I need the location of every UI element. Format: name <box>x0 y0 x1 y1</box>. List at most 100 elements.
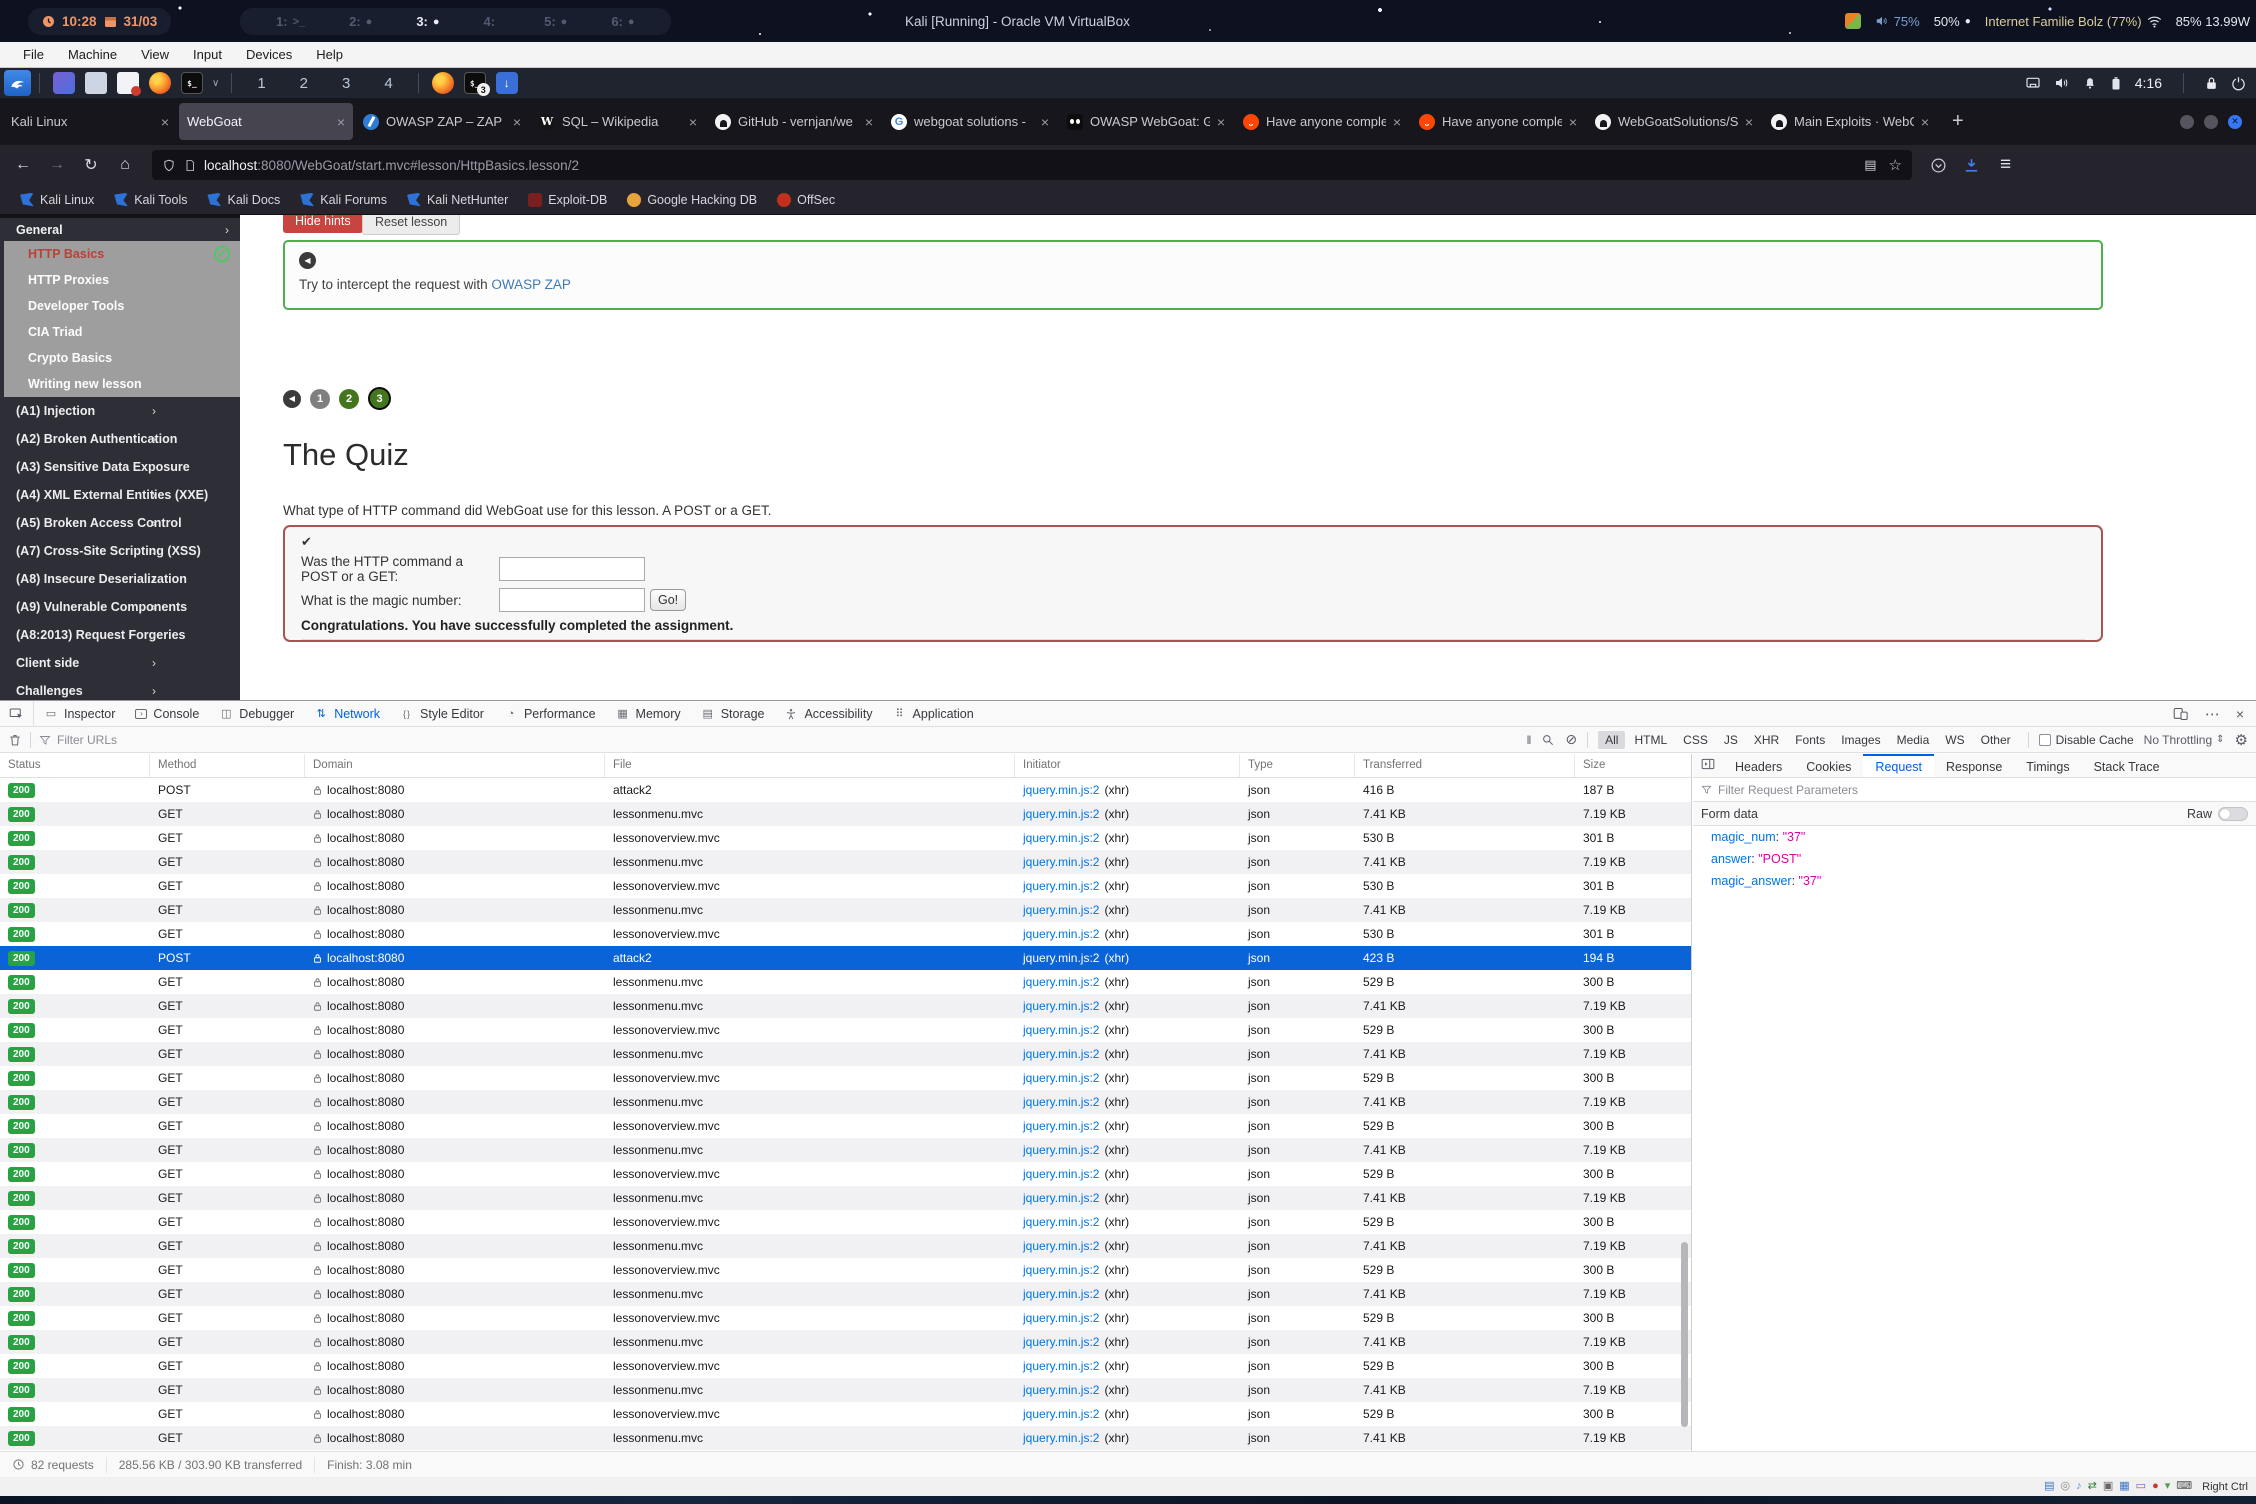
initiator-link[interactable]: jquery.min.js:2 <box>1023 1287 1099 1301</box>
devtools-tab-application[interactable]: ⠿Application <box>883 701 984 726</box>
network-request-row[interactable]: 200GETlocalhost:8080lessonmenu.mvcjquery… <box>0 1138 1691 1162</box>
vbox-menu-machine[interactable]: Machine <box>57 44 128 65</box>
close-window-button[interactable]: ✕ <box>2228 115 2242 129</box>
browser-tab[interactable]: WSQL – Wikipedia× <box>531 103 705 140</box>
guest-workspace-4[interactable]: 4 <box>367 75 409 92</box>
initiator-link[interactable]: jquery.min.js:2 <box>1023 1119 1099 1133</box>
network-request-row[interactable]: 200GETlocalhost:8080lessonoverview.mvcjq… <box>0 1018 1691 1042</box>
type-filter-all[interactable]: All <box>1598 731 1625 749</box>
sidebar-lesson-developer-tools[interactable]: Developer Tools <box>4 293 240 319</box>
sidebar-section--a3-sensitive-data-exposure[interactable]: (A3) Sensitive Data Exposure› <box>0 453 240 481</box>
sidebar-lesson-writing-new-lesson[interactable]: Writing new lesson <box>4 371 240 397</box>
detail-tab-stack-trace[interactable]: Stack Trace <box>2082 754 2172 777</box>
bookmark-kali-nethunter[interactable]: Kali NetHunter <box>399 193 516 207</box>
initiator-link[interactable]: jquery.min.js:2 <box>1023 927 1099 941</box>
clear-requests-icon[interactable] <box>8 733 22 747</box>
sidebar-section--a2-broken-authentication[interactable]: (A2) Broken Authentication› <box>0 425 240 453</box>
page-button-2[interactable]: 2 <box>339 389 359 409</box>
host-workspace-1[interactable]: 1:>_ <box>254 14 327 29</box>
detail-tab-request[interactable]: Request <box>1863 754 1934 777</box>
network-request-row[interactable]: 200GETlocalhost:8080lessonoverview.mvcjq… <box>0 826 1691 850</box>
tab-close-icon[interactable]: × <box>865 114 873 130</box>
browser-tab[interactable]: Main Exploits · WebG× <box>1763 103 1937 140</box>
devtools-tab-memory[interactable]: ▦Memory <box>606 701 691 726</box>
tab-close-icon[interactable]: × <box>1041 114 1049 130</box>
vbox-menu-view[interactable]: View <box>130 44 180 65</box>
devtools-tab-style-editor[interactable]: {}Style Editor <box>390 701 494 726</box>
network-request-row[interactable]: 200GETlocalhost:8080lessonoverview.mvcjq… <box>0 1258 1691 1282</box>
detail-tab-headers[interactable]: Headers <box>1723 754 1794 777</box>
initiator-link[interactable]: jquery.min.js:2 <box>1023 1047 1099 1061</box>
initiator-link[interactable]: jquery.min.js:2 <box>1023 1215 1099 1229</box>
back-button[interactable]: ← <box>8 156 38 174</box>
browser-tab[interactable]: WebGoatSolutions/S× <box>1587 103 1761 140</box>
forward-button[interactable]: → <box>42 156 72 174</box>
sidebar-section--a8-2013-request-forgeries[interactable]: (A8:2013) Request Forgeries› <box>0 621 240 649</box>
initiator-link[interactable]: jquery.min.js:2 <box>1023 1383 1099 1397</box>
bookmark-kali-forums[interactable]: Kali Forums <box>292 193 395 207</box>
type-filter-js[interactable]: JS <box>1717 731 1745 749</box>
home-button[interactable]: ⌂ <box>110 156 140 174</box>
network-request-row[interactable]: 200GETlocalhost:8080lessonmenu.mvcjquery… <box>0 1282 1691 1306</box>
launcher-chevron-icon[interactable]: ∨ <box>212 78 219 89</box>
sidebar-section--a5-broken-access-control[interactable]: (A5) Broken Access Control› <box>0 509 240 537</box>
pocket-icon[interactable] <box>1930 157 1947 174</box>
network-request-row[interactable]: 200GETlocalhost:8080lessonoverview.mvcjq… <box>0 874 1691 898</box>
host-workspace-6[interactable]: 6:● <box>589 14 656 29</box>
initiator-link[interactable]: jquery.min.js:2 <box>1023 1335 1099 1349</box>
filter-request-parameters-input[interactable]: Filter Request Parameters <box>1693 778 2256 802</box>
block-requests-icon[interactable]: ⊘ <box>1565 731 1577 748</box>
type-filter-other[interactable]: Other <box>1974 731 2018 749</box>
raw-toggle[interactable] <box>2218 807 2248 821</box>
tab-close-icon[interactable]: × <box>337 114 345 130</box>
form-data-param[interactable]: answer: "POST" <box>1693 848 2256 870</box>
type-filter-media[interactable]: Media <box>1890 731 1937 749</box>
sidebar-lesson-http-proxies[interactable]: HTTP Proxies <box>4 267 240 293</box>
kali-menu-button[interactable] <box>4 70 31 96</box>
tab-close-icon[interactable]: × <box>1745 114 1753 130</box>
initiator-link[interactable]: jquery.min.js:2 <box>1023 1191 1099 1205</box>
responsive-design-icon[interactable] <box>2173 707 2189 721</box>
initiator-link[interactable]: jquery.min.js:2 <box>1023 1143 1099 1157</box>
maximize-button[interactable] <box>2204 115 2218 129</box>
initiator-link[interactable]: jquery.min.js:2 <box>1023 951 1099 965</box>
vbox-menu-input[interactable]: Input <box>182 44 233 65</box>
type-filter-css[interactable]: CSS <box>1676 731 1715 749</box>
sidebar-section--a8-insecure-deserialization[interactable]: (A8) Insecure Deserialization› <box>0 565 240 593</box>
guest-workspace-switcher[interactable]: 1234 <box>240 75 409 92</box>
network-request-row[interactable]: 200GETlocalhost:8080lessonmenu.mvcjquery… <box>0 1426 1691 1450</box>
sidebar-section--a4-xml-external-entities-xxe-[interactable]: (A4) XML External Entities (XXE)› <box>0 481 240 509</box>
page-button-3[interactable]: 3 <box>368 387 391 410</box>
disable-cache-checkbox[interactable]: Disable Cache <box>2039 733 2134 747</box>
type-filter-xhr[interactable]: XHR <box>1747 731 1786 749</box>
q2-input[interactable] <box>499 588 645 612</box>
network-request-row[interactable]: 200GETlocalhost:8080lessonmenu.mvcjquery… <box>0 1378 1691 1402</box>
sidebar-lesson-cia-triad[interactable]: CIA Triad <box>4 319 240 345</box>
network-request-row[interactable]: 200GETlocalhost:8080lessonoverview.mvcjq… <box>0 1162 1691 1186</box>
initiator-link[interactable]: jquery.min.js:2 <box>1023 1239 1099 1253</box>
bookmark-exploit-db[interactable]: Exploit-DB <box>520 193 615 207</box>
devtools-tab-debugger[interactable]: ◫Debugger <box>209 701 304 726</box>
column-header-initiator[interactable]: Initiator <box>1015 754 1240 777</box>
guest-clock[interactable]: 4:16 <box>2135 75 2162 91</box>
sidebar-lesson-http-basics[interactable]: HTTP Basics✔ <box>4 241 240 267</box>
column-header-method[interactable]: Method <box>150 754 305 777</box>
bookmark-star-icon[interactable]: ☆ <box>1889 156 1902 174</box>
host-volume-indicator[interactable]: 75% <box>1875 14 1920 29</box>
network-request-row[interactable]: 200GETlocalhost:8080lessonmenu.mvcjquery… <box>0 1186 1691 1210</box>
sidebar-section--a1-injection[interactable]: (A1) Injection› <box>0 397 240 425</box>
volume-icon[interactable] <box>2054 76 2070 90</box>
network-request-row[interactable]: 200GETlocalhost:8080lessonoverview.mvcjq… <box>0 1114 1691 1138</box>
network-settings-gear-icon[interactable]: ⚙ <box>2235 731 2248 749</box>
initiator-link[interactable]: jquery.min.js:2 <box>1023 879 1099 893</box>
initiator-link[interactable]: jquery.min.js:2 <box>1023 1431 1099 1445</box>
tab-close-icon[interactable]: × <box>1393 114 1401 130</box>
minimize-button[interactable] <box>2180 115 2194 129</box>
devtools-tab-console[interactable]: ›Console <box>125 701 209 726</box>
prev-hint-arrow-icon[interactable]: ◀ <box>299 252 316 269</box>
initiator-link[interactable]: jquery.min.js:2 <box>1023 999 1099 1013</box>
devtools-menu-icon[interactable]: ⋯ <box>2205 705 2220 723</box>
browser-tab[interactable]: Kali Linux× <box>3 103 177 140</box>
initiator-link[interactable]: jquery.min.js:2 <box>1023 975 1099 989</box>
devtools-close-icon[interactable]: × <box>2236 706 2244 722</box>
